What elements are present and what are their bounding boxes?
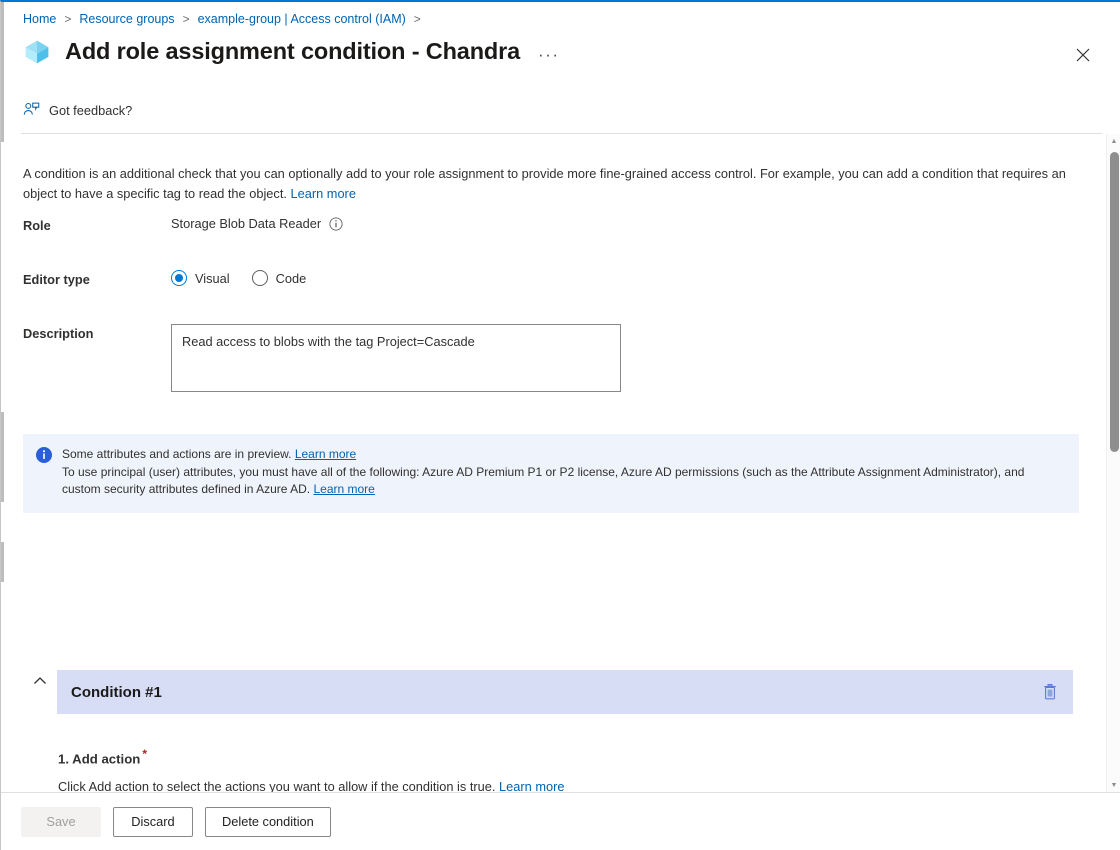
page-title: Add role assignment condition - Chandra bbox=[65, 40, 520, 64]
got-feedback-button[interactable]: Got feedback? bbox=[23, 102, 132, 118]
chevron-up-icon bbox=[31, 672, 49, 690]
editor-type-radio-group: Visual Code bbox=[171, 270, 306, 286]
role-label: Role bbox=[23, 216, 171, 233]
condition-title: Condition #1 bbox=[71, 684, 162, 701]
radio-editor-code[interactable]: Code bbox=[252, 270, 307, 286]
breadcrumb-item-resource-groups[interactable]: Resource groups bbox=[79, 12, 174, 26]
condition-delete-icon[interactable] bbox=[1041, 683, 1059, 701]
add-action-section-title: 1. Add action* bbox=[58, 747, 147, 766]
scroll-up-arrow-icon[interactable]: ▲ bbox=[1107, 134, 1120, 148]
intro-learn-more-link[interactable]: Learn more bbox=[291, 186, 356, 201]
role-row: Role Storage Blob Data Reader bbox=[23, 216, 343, 233]
required-marker: * bbox=[142, 747, 147, 761]
description-input[interactable] bbox=[171, 324, 621, 392]
scrollbar-thumb[interactable] bbox=[1110, 152, 1119, 452]
info-icon[interactable] bbox=[329, 217, 343, 231]
breadcrumb-item-home[interactable]: Home bbox=[23, 12, 56, 26]
breadcrumb-separator: > bbox=[414, 12, 421, 26]
got-feedback-label: Got feedback? bbox=[49, 103, 132, 118]
vertical-scrollbar[interactable]: ▲ ▼ bbox=[1106, 134, 1120, 792]
intro-paragraph: A condition is an additional check that … bbox=[23, 164, 1088, 204]
add-action-description: Click Add action to select the actions y… bbox=[58, 779, 564, 792]
save-button[interactable]: Save bbox=[21, 807, 101, 837]
breadcrumb: Home > Resource groups > example-group |… bbox=[23, 12, 429, 26]
cube-icon bbox=[23, 38, 51, 66]
role-value-text: Storage Blob Data Reader bbox=[171, 216, 321, 231]
info-filled-icon bbox=[36, 447, 52, 463]
banner-line-2-text: To use principal (user) attributes, you … bbox=[62, 465, 1024, 497]
more-options-button[interactable]: ··· bbox=[534, 46, 563, 63]
banner-learn-more-link-1[interactable]: Learn more bbox=[295, 447, 356, 461]
radio-mark-visual bbox=[171, 270, 187, 286]
preview-info-banner: Some attributes and actions are in previ… bbox=[23, 434, 1079, 513]
blade-panel: Home > Resource groups > example-group |… bbox=[0, 0, 1120, 850]
breadcrumb-item-example-group[interactable]: example-group | Access control (IAM) bbox=[198, 12, 406, 26]
editor-type-row: Editor type Visual Code bbox=[23, 270, 306, 287]
blade-content: A condition is an additional check that … bbox=[1, 134, 1106, 792]
discard-button[interactable]: Discard bbox=[113, 807, 193, 837]
add-action-title-text: 1. Add action bbox=[58, 751, 140, 766]
description-row: Description bbox=[23, 324, 621, 392]
banner-line-2: To use principal (user) attributes, you … bbox=[62, 464, 1065, 499]
footer-action-bar: Save Discard Delete condition bbox=[1, 792, 1120, 850]
condition-collapse-toggle[interactable] bbox=[31, 672, 49, 690]
radio-label-visual: Visual bbox=[195, 271, 230, 286]
close-icon[interactable] bbox=[1072, 44, 1094, 66]
blade-edge-marker bbox=[1, 2, 4, 142]
role-value: Storage Blob Data Reader bbox=[171, 216, 343, 231]
title-row: Add role assignment condition - Chandra … bbox=[23, 38, 564, 66]
person-feedback-icon bbox=[23, 102, 40, 118]
breadcrumb-separator: > bbox=[64, 12, 71, 26]
banner-learn-more-link-2[interactable]: Learn more bbox=[313, 482, 374, 496]
breadcrumb-separator: > bbox=[183, 12, 190, 26]
delete-condition-button[interactable]: Delete condition bbox=[205, 807, 331, 837]
add-action-description-text: Click Add action to select the actions y… bbox=[58, 779, 495, 792]
banner-line-1-text: Some attributes and actions are in previ… bbox=[62, 447, 291, 461]
description-label: Description bbox=[23, 324, 171, 341]
condition-header: Condition #1 bbox=[57, 670, 1073, 714]
banner-line-1: Some attributes and actions are in previ… bbox=[62, 446, 1065, 464]
banner-text: Some attributes and actions are in previ… bbox=[62, 446, 1065, 499]
scroll-down-arrow-icon[interactable]: ▼ bbox=[1107, 778, 1120, 792]
add-action-learn-more-link[interactable]: Learn more bbox=[499, 779, 564, 792]
radio-mark-code bbox=[252, 270, 268, 286]
radio-label-code: Code bbox=[276, 271, 307, 286]
intro-text: A condition is an additional check that … bbox=[23, 166, 1066, 201]
editor-type-label: Editor type bbox=[23, 270, 171, 287]
close-glyph bbox=[1076, 48, 1090, 62]
radio-editor-visual[interactable]: Visual bbox=[171, 270, 230, 286]
